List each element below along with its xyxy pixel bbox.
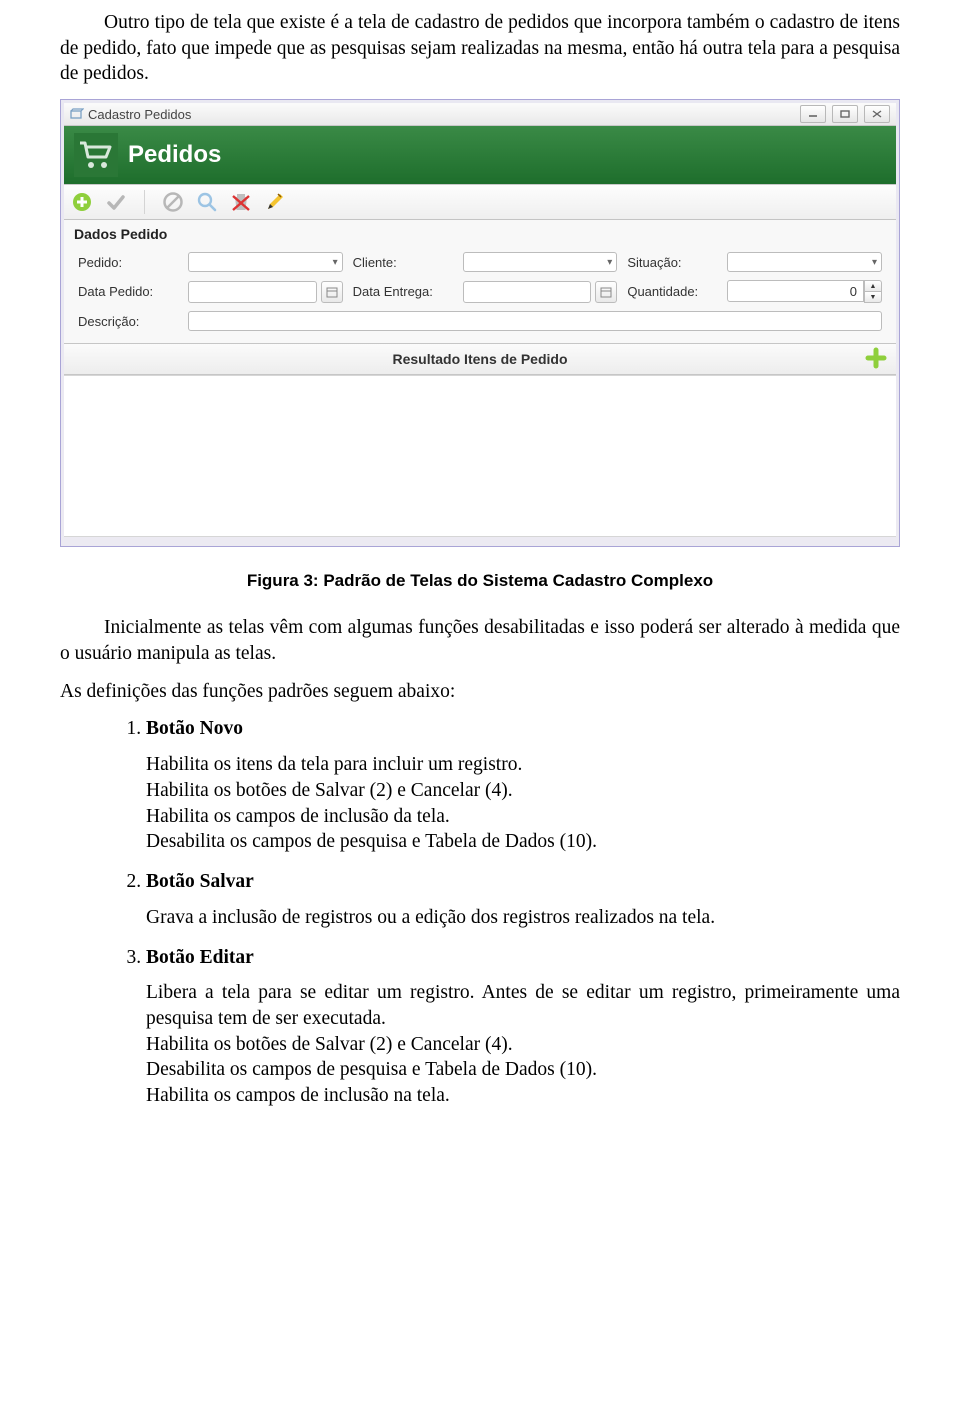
label-cliente: Cliente: [353, 255, 453, 270]
save-button[interactable] [104, 190, 128, 214]
cliente-combo[interactable]: ▾ [463, 252, 618, 272]
data-pedido-field[interactable] [188, 281, 343, 303]
search-button[interactable] [195, 190, 219, 214]
figure-caption: Figura 3: Padrão de Telas do Sistema Cad… [60, 571, 900, 591]
toolbar-separator [144, 190, 145, 214]
label-data-entrega: Data Entrega: [353, 284, 453, 299]
toolbar [64, 184, 896, 220]
list-item: Botão SalvarGrava a inclusão de registro… [146, 869, 900, 930]
calendar-icon[interactable] [595, 281, 617, 303]
situacao-combo[interactable]: ▾ [727, 252, 882, 272]
quantidade-spinner[interactable]: 0▲▼ [727, 280, 882, 303]
descricao-input[interactable] [188, 311, 882, 331]
label-quantidade: Quantidade: [627, 284, 717, 299]
figure-window-frame: Cadastro Pedidos Pedidos [60, 99, 900, 547]
window-maximize-button[interactable] [832, 105, 858, 123]
window-icon [70, 108, 84, 120]
cart-icon [74, 133, 118, 177]
calendar-icon[interactable] [321, 281, 343, 303]
list-item: Botão EditarLibera a tela para se editar… [146, 945, 900, 1109]
new-button[interactable] [70, 190, 94, 214]
list-item: Botão NovoHabilita os itens da tela para… [146, 716, 900, 855]
add-item-button[interactable] [864, 346, 888, 370]
label-situacao: Situação: [627, 255, 717, 270]
paragraph-3: As definições das funções padrões seguem… [60, 679, 900, 705]
edit-button[interactable] [263, 190, 287, 214]
banner-title: Pedidos [128, 141, 221, 169]
section-title: Dados Pedido [64, 220, 896, 248]
results-table[interactable] [64, 375, 896, 537]
paragraph-2: Inicialmente as telas vêm com algumas fu… [60, 615, 900, 666]
banner: Pedidos [64, 126, 896, 184]
window-close-button[interactable] [864, 105, 890, 123]
titlebar: Cadastro Pedidos [64, 103, 896, 126]
functions-list: Botão NovoHabilita os itens da tela para… [146, 716, 900, 1109]
app-window: Cadastro Pedidos Pedidos [64, 103, 896, 537]
pedido-combo[interactable]: ▾ [188, 252, 343, 272]
intro-paragraph: Outro tipo de tela que existe é a tela d… [60, 10, 900, 87]
cancel-button[interactable] [161, 190, 185, 214]
results-header: Resultado Itens de Pedido [64, 343, 896, 375]
delete-button[interactable] [229, 190, 253, 214]
label-descricao: Descrição: [78, 314, 178, 329]
label-data-pedido: Data Pedido: [78, 284, 178, 299]
data-entrega-field[interactable] [463, 281, 618, 303]
window-title: Cadastro Pedidos [88, 107, 191, 122]
label-pedido: Pedido: [78, 255, 178, 270]
window-minimize-button[interactable] [800, 105, 826, 123]
